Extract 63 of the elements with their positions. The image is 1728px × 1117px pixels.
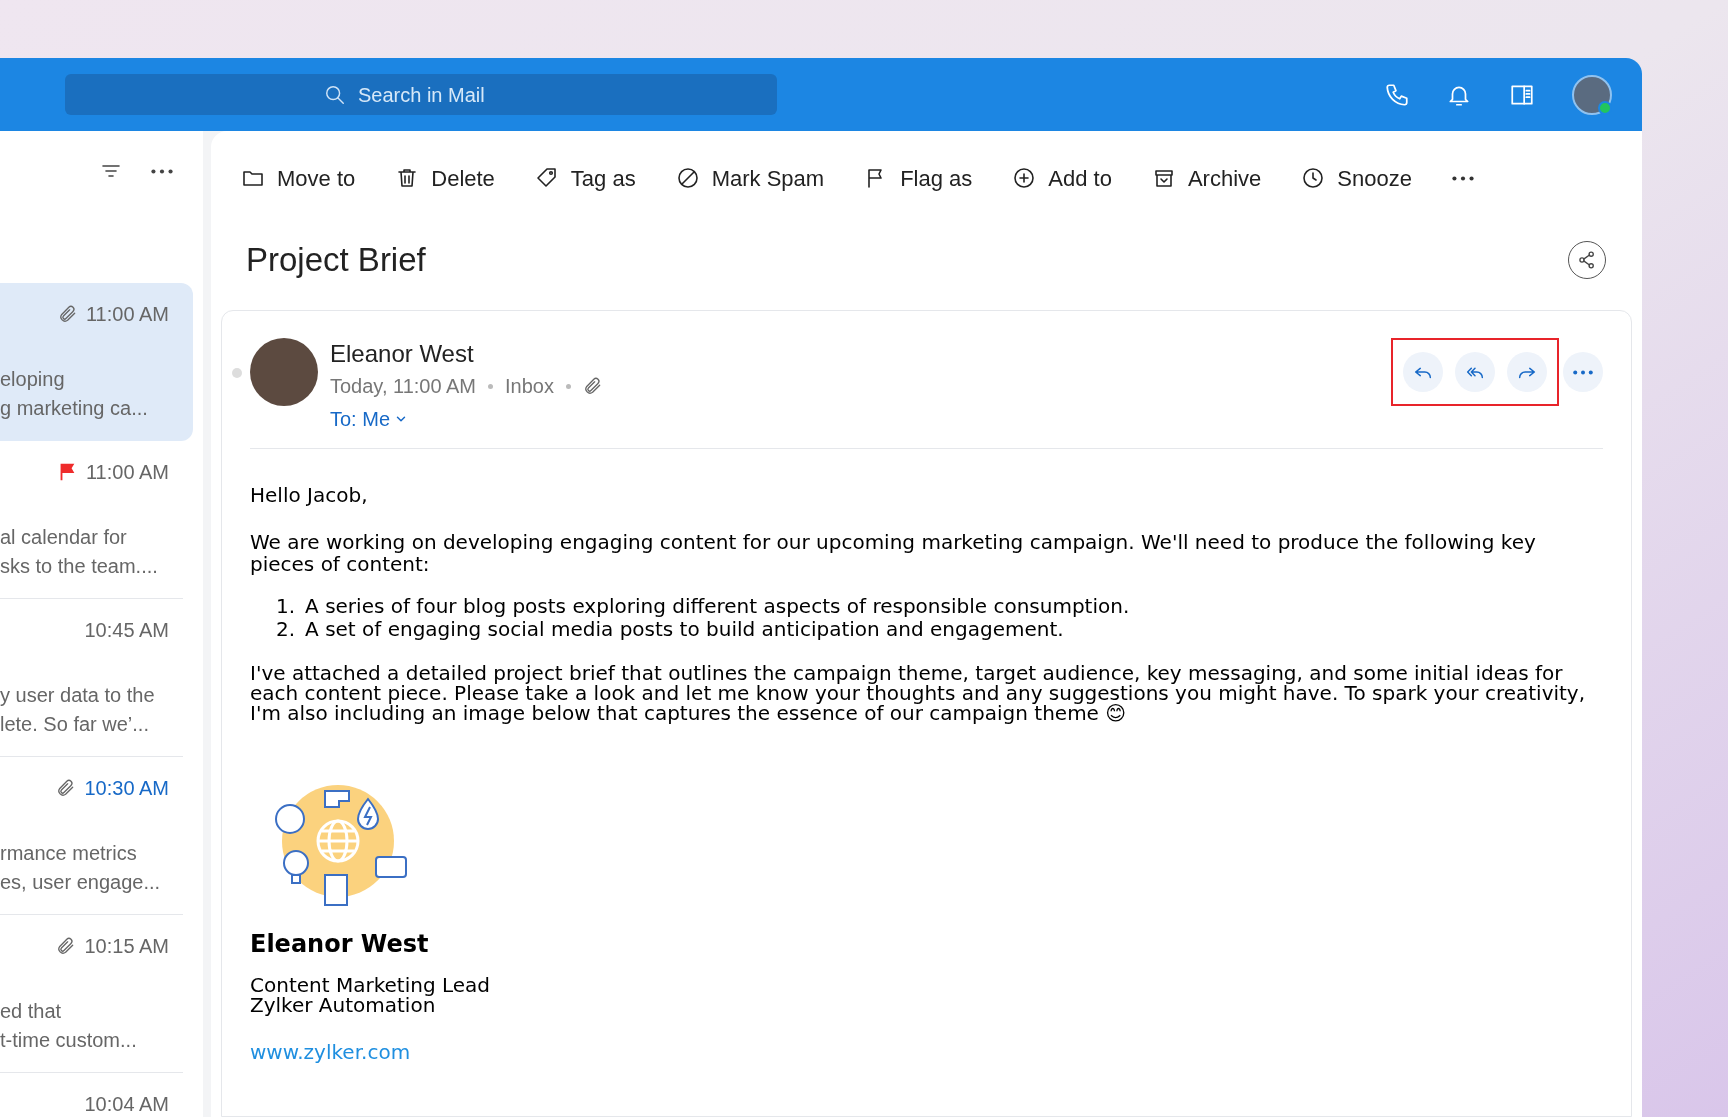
message-preview-line: es, user engage... <box>0 870 162 895</box>
toolbar-button[interactable]: Move to <box>241 161 356 195</box>
more-icon[interactable] <box>1451 175 1474 181</box>
more-actions-button[interactable] <box>1563 352 1603 392</box>
paperclip-icon <box>57 304 78 324</box>
message-preview-line: sks to the team.... <box>0 554 159 579</box>
body-paragraph: I've attached a detailed project brief that outlines the campaign theme, target audience, key messaging, and some initial ideas for each content piece. Please take a look and let me know your thoughts and any suggestions you might have. To spark your creativity, I'm also including an image below that captures the essence of our campaign theme 😊 <box>250 663 1587 723</box>
toolbar-button[interactable]: Delete <box>395 161 495 195</box>
user-avatar[interactable] <box>1572 74 1612 115</box>
message-preview-line: lete. So far we’... <box>0 712 150 737</box>
message-list-item[interactable]: 11:00 AM eloping g marketing ca... <box>0 283 193 441</box>
spam-icon <box>675 166 700 190</box>
list-item-text: A series of four blog posts exploring different aspects of responsible consumption. <box>305 595 1130 618</box>
sender-name: Eleanor West <box>330 339 475 369</box>
phone-icon[interactable] <box>1384 81 1410 108</box>
message-preview-line: eloping <box>0 367 66 392</box>
list-number: 2. <box>276 618 296 641</box>
more-icon[interactable] <box>151 168 173 174</box>
email-subject: Project Brief <box>246 240 426 281</box>
message-list-item[interactable]: 10:45 AM y user data to the lete. So far we’... <box>0 599 183 757</box>
tag-icon <box>534 166 559 190</box>
message-preview-line: g marketing ca... <box>0 396 149 421</box>
message-list-item[interactable]: 11:00 AM al calendar for sks to the team.... <box>0 441 183 599</box>
message-time: 10:15 AM <box>84 934 169 959</box>
signature-title: Content Marketing Lead <box>250 975 491 995</box>
message-time: 11:00 AM <box>85 302 169 327</box>
toolbar-button[interactable]: Archive <box>1151 161 1262 195</box>
message-preview-line: al calendar for <box>0 525 128 550</box>
message-date: Today, 11:00 AM <box>330 374 476 399</box>
message-preview-line: t-time custom... <box>0 1028 138 1053</box>
signature-name: Eleanor West <box>250 929 430 959</box>
list-number: 1. <box>276 595 296 618</box>
search-input[interactable]: Search in Mail <box>358 79 518 110</box>
greeting-text: Hello Jacob, <box>250 483 369 507</box>
message-preview-line: ed that <box>0 999 63 1024</box>
search-icon <box>324 83 346 106</box>
message-list-item[interactable]: 10:30 AM rmance metrics es, user engage... <box>0 757 183 915</box>
share-icon <box>1577 250 1597 270</box>
reply-all-button[interactable] <box>1455 352 1495 392</box>
add-icon <box>1012 166 1037 190</box>
folder-label: Inbox <box>505 374 554 399</box>
message-preview-line: y user data to the <box>0 683 156 708</box>
toolbar-button[interactable]: Add to <box>1012 161 1112 195</box>
toolbar-button[interactable]: Tag as <box>534 161 636 195</box>
message-time: 10:04 AM <box>84 1092 169 1117</box>
message-time: 10:30 AM <box>84 776 169 801</box>
toolbar-button[interactable]: Mark Spam <box>675 161 825 195</box>
signature-company: Zylker Automation <box>250 995 437 1015</box>
forward-button[interactable] <box>1507 352 1547 392</box>
toolbar-button[interactable]: Snooze <box>1301 161 1412 195</box>
message-preview-line: rmance metrics <box>0 841 138 866</box>
recipients-toggle[interactable]: To: Me <box>330 402 603 436</box>
toolbar-button[interactable]: Flag as <box>864 161 973 195</box>
message-time: 11:00 AM <box>85 460 169 485</box>
more-icon <box>1573 369 1593 375</box>
message-list-item[interactable]: 10:15 AM ed that t-time custom... <box>0 915 183 1073</box>
message-list-item[interactable]: 10:04 AM <box>0 1073 183 1117</box>
search-field[interactable]: Search in Mail <box>65 74 777 115</box>
list-item-text: A set of engaging social media posts to build anticipation and engagement. <box>305 618 1064 641</box>
body-paragraph: We are working on developing engaging content for our upcoming marketing campaign. We'll need to produce the following key pieces of content: <box>250 531 1537 575</box>
message-time: 10:45 AM <box>84 618 169 643</box>
clock-icon <box>1301 166 1326 190</box>
reply-button[interactable] <box>1403 352 1443 392</box>
